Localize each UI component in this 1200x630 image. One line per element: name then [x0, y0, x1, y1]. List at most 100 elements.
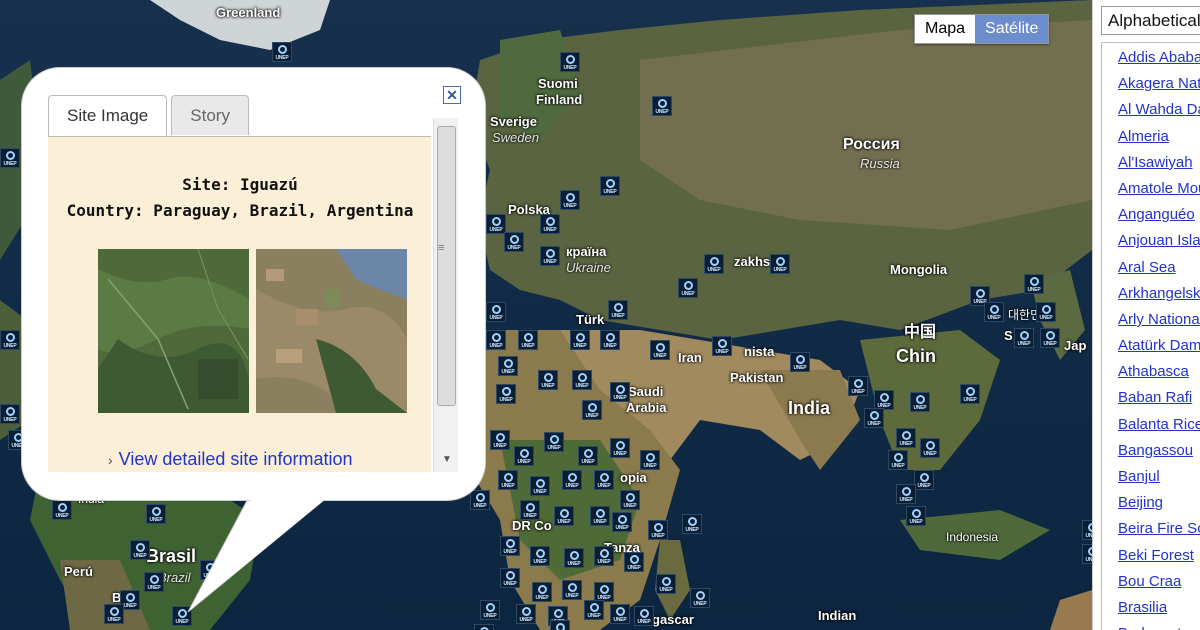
- unep-marker-icon[interactable]: [490, 430, 510, 450]
- view-site-info-link[interactable]: › View detailed site information: [108, 449, 352, 470]
- unep-marker-icon[interactable]: [498, 470, 518, 490]
- unep-marker-icon[interactable]: [896, 428, 916, 448]
- unep-marker-icon[interactable]: [1024, 274, 1044, 294]
- site-link[interactable]: Amatole Mountains: [1118, 180, 1200, 197]
- unep-marker-icon[interactable]: [864, 408, 884, 428]
- unep-marker-icon[interactable]: [560, 52, 580, 72]
- unep-marker-icon[interactable]: [600, 330, 620, 350]
- unep-marker-icon[interactable]: [486, 214, 506, 234]
- unep-marker-icon[interactable]: [650, 340, 670, 360]
- unep-marker-icon[interactable]: [470, 490, 490, 510]
- site-link[interactable]: Anjouan Island: [1118, 232, 1200, 249]
- unep-marker-icon[interactable]: [1082, 520, 1092, 540]
- close-icon[interactable]: ✕: [443, 86, 461, 104]
- unep-marker-icon[interactable]: [600, 176, 620, 196]
- unep-marker-icon[interactable]: [272, 42, 292, 62]
- unep-marker-icon[interactable]: [518, 330, 538, 350]
- site-link[interactable]: Beira Fire Scars: [1118, 520, 1200, 537]
- site-link[interactable]: Brasilia: [1118, 599, 1167, 616]
- site-link[interactable]: Al'Isawiyah: [1118, 154, 1193, 171]
- unep-marker-icon[interactable]: [678, 278, 698, 298]
- unep-marker-icon[interactable]: [648, 520, 668, 540]
- site-link[interactable]: Beki Forest: [1118, 547, 1194, 564]
- tab-site-image[interactable]: Site Image: [48, 95, 168, 137]
- unep-marker-icon[interactable]: [0, 330, 20, 350]
- unep-marker-icon[interactable]: [500, 536, 520, 556]
- unep-marker-icon[interactable]: [790, 352, 810, 372]
- unep-marker-icon[interactable]: [624, 552, 644, 572]
- unep-marker-icon[interactable]: [1040, 328, 1060, 348]
- unep-marker-icon[interactable]: [578, 446, 598, 466]
- unep-marker-icon[interactable]: [530, 476, 550, 496]
- info-window-scrollbar[interactable]: ≡ ▼: [433, 118, 458, 472]
- unep-marker-icon[interactable]: [634, 606, 654, 626]
- map-type-satellite-button[interactable]: Satélite: [975, 15, 1049, 43]
- unep-marker-icon[interactable]: [704, 254, 724, 274]
- unep-marker-icon[interactable]: [496, 384, 516, 404]
- sort-order-select[interactable]: Alphabetical: [1101, 6, 1200, 35]
- unep-marker-icon[interactable]: [486, 302, 506, 322]
- unep-marker-icon[interactable]: [984, 302, 1004, 322]
- unep-marker-icon[interactable]: [498, 356, 518, 376]
- satellite-thumbnail-before[interactable]: [98, 249, 249, 413]
- unep-marker-icon[interactable]: [480, 600, 500, 620]
- unep-marker-icon[interactable]: [564, 548, 584, 568]
- unep-marker-icon[interactable]: [612, 512, 632, 532]
- unep-marker-icon[interactable]: [896, 484, 916, 504]
- site-link[interactable]: Addis Ababa: [1118, 49, 1200, 66]
- tab-story[interactable]: Story: [171, 95, 249, 135]
- unep-marker-icon[interactable]: [172, 606, 192, 626]
- unep-marker-icon[interactable]: [914, 470, 934, 490]
- unep-marker-icon[interactable]: [590, 506, 610, 526]
- unep-marker-icon[interactable]: [608, 300, 628, 320]
- unep-marker-icon[interactable]: [514, 446, 534, 466]
- unep-marker-icon[interactable]: [656, 574, 676, 594]
- unep-marker-icon[interactable]: [682, 514, 702, 534]
- unep-marker-icon[interactable]: [640, 450, 660, 470]
- unep-marker-icon[interactable]: [848, 376, 868, 396]
- unep-marker-icon[interactable]: [530, 546, 550, 566]
- unep-marker-icon[interactable]: [544, 432, 564, 452]
- unep-marker-icon[interactable]: [594, 582, 614, 602]
- unep-marker-icon[interactable]: [554, 506, 574, 526]
- unep-marker-icon[interactable]: [532, 582, 552, 602]
- site-link[interactable]: Akagera National Park: [1118, 75, 1200, 92]
- site-link[interactable]: Balanta Rice: [1118, 416, 1200, 433]
- unep-marker-icon[interactable]: [500, 568, 520, 588]
- unep-marker-icon[interactable]: [0, 404, 20, 424]
- unep-marker-icon[interactable]: [594, 470, 614, 490]
- unep-marker-icon[interactable]: [560, 190, 580, 210]
- unep-marker-icon[interactable]: [562, 470, 582, 490]
- site-link[interactable]: Athabasca: [1118, 363, 1189, 380]
- unep-marker-icon[interactable]: [572, 370, 592, 390]
- unep-marker-icon[interactable]: [52, 500, 72, 520]
- unep-marker-icon[interactable]: [888, 450, 908, 470]
- site-link[interactable]: Almeria: [1118, 128, 1169, 145]
- site-link[interactable]: Beijing: [1118, 494, 1163, 511]
- unep-marker-icon[interactable]: [1082, 544, 1092, 564]
- unep-marker-icon[interactable]: [960, 384, 980, 404]
- unep-marker-icon[interactable]: [652, 96, 672, 116]
- site-link[interactable]: Budapest: [1118, 625, 1181, 630]
- unep-marker-icon[interactable]: [504, 232, 524, 252]
- unep-marker-icon[interactable]: [0, 148, 20, 168]
- unep-marker-icon[interactable]: [200, 560, 220, 580]
- site-link[interactable]: Baban Rafi: [1118, 389, 1192, 406]
- unep-marker-icon[interactable]: [920, 438, 940, 458]
- unep-marker-icon[interactable]: [584, 600, 604, 620]
- unep-marker-icon[interactable]: [562, 580, 582, 600]
- unep-marker-icon[interactable]: [610, 604, 630, 624]
- unep-marker-icon[interactable]: [146, 504, 166, 524]
- unep-marker-icon[interactable]: [770, 254, 790, 274]
- unep-marker-icon[interactable]: [540, 214, 560, 234]
- map-type-mapa-button[interactable]: Mapa: [915, 15, 976, 43]
- unep-marker-icon[interactable]: [520, 500, 540, 520]
- unep-marker-icon[interactable]: [690, 588, 710, 608]
- site-link[interactable]: Bangassou: [1118, 442, 1193, 459]
- unep-marker-icon[interactable]: [712, 336, 732, 356]
- site-link[interactable]: Aral Sea: [1118, 259, 1176, 276]
- unep-marker-icon[interactable]: [104, 604, 124, 624]
- scrollbar-thumb[interactable]: [437, 126, 456, 406]
- unep-marker-icon[interactable]: [610, 382, 630, 402]
- unep-marker-icon[interactable]: [1036, 302, 1056, 322]
